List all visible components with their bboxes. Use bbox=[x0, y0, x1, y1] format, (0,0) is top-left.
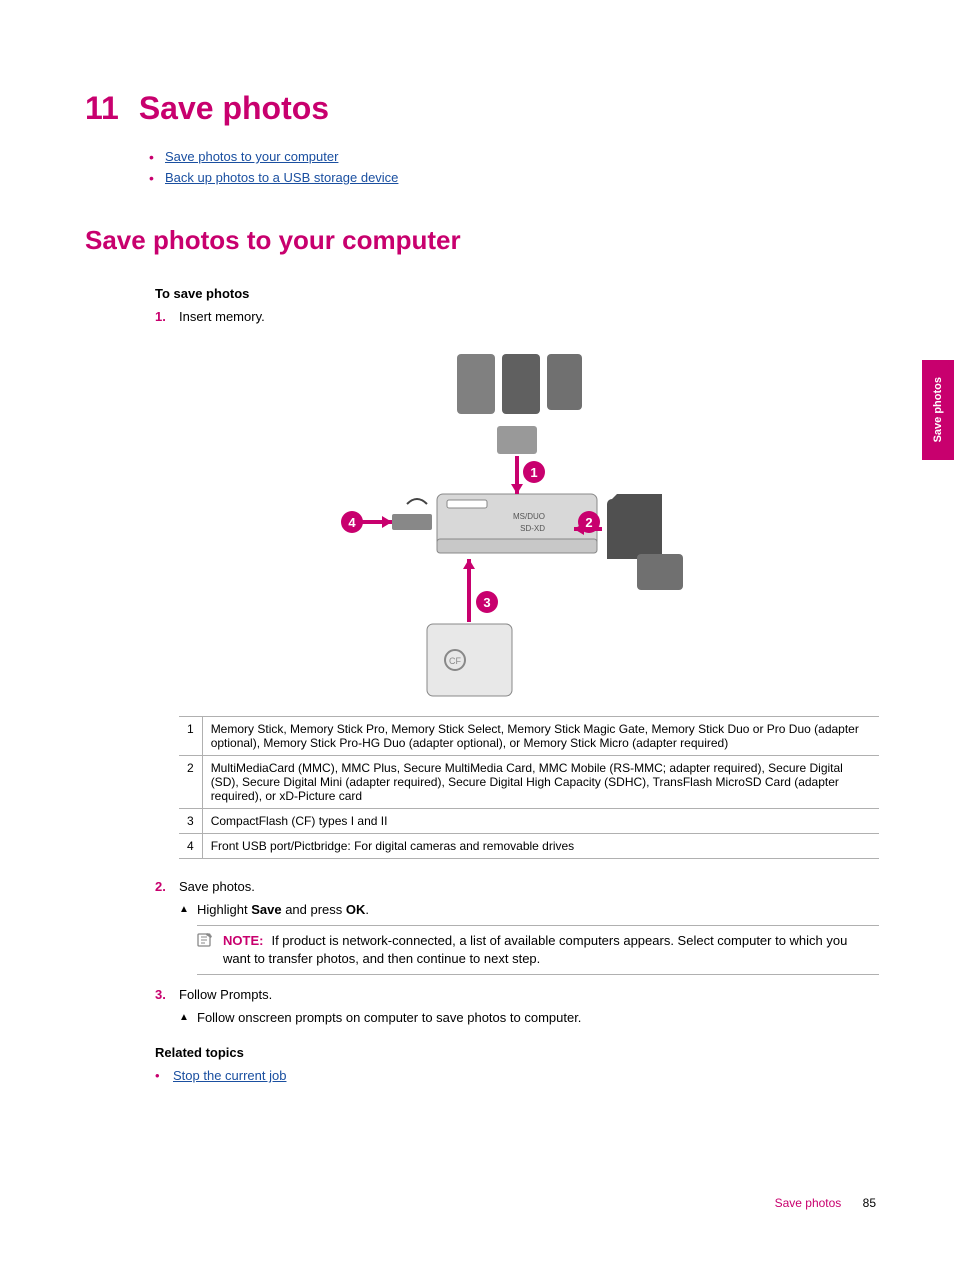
substep-2a: Highlight Save and press OK. bbox=[179, 902, 879, 917]
page-content: 11Save photos Save photos to your comput… bbox=[0, 0, 954, 1123]
link-save-to-computer[interactable]: Save photos to your computer bbox=[165, 149, 338, 164]
card-type-table: 1 Memory Stick, Memory Stick Pro, Memory… bbox=[179, 716, 879, 859]
row-num: 2 bbox=[179, 756, 202, 809]
top-links-list: Save photos to your computer Back up pho… bbox=[165, 149, 879, 185]
svg-text:4: 4 bbox=[348, 515, 356, 530]
svg-text:2: 2 bbox=[585, 515, 592, 530]
svg-text:SD-XD: SD-XD bbox=[520, 524, 545, 533]
page-footer: Save photos 85 bbox=[775, 1196, 876, 1210]
table-row: 4 Front USB port/Pictbridge: For digital… bbox=[179, 834, 879, 859]
procedure-block: To save photos 1. Insert memory. MS/DUO … bbox=[155, 286, 879, 1083]
procedure-title: To save photos bbox=[155, 286, 879, 301]
chapter-title: 11 Save photos bbox=[85, 90, 879, 127]
note-box: NOTE:If product is network-connected, a … bbox=[197, 925, 879, 975]
table-row: 3 CompactFlash (CF) types I and II bbox=[179, 809, 879, 834]
related-heading: Related topics bbox=[155, 1045, 879, 1060]
step-text: Follow Prompts. bbox=[179, 987, 272, 1002]
chapter-number: 11 bbox=[85, 90, 119, 126]
svg-text:3: 3 bbox=[483, 595, 490, 610]
row-desc: Memory Stick, Memory Stick Pro, Memory S… bbox=[202, 717, 879, 756]
step-2: 2. Save photos. bbox=[155, 879, 879, 894]
side-tab-label: Save photos bbox=[932, 377, 944, 442]
step-3: 3. Follow Prompts. bbox=[155, 987, 879, 1002]
step-text: Save photos. bbox=[179, 879, 255, 894]
step-number: 3. bbox=[155, 987, 179, 1002]
link-stop-job[interactable]: Stop the current job bbox=[173, 1068, 286, 1083]
svg-text:1: 1 bbox=[530, 465, 537, 480]
note-text: If product is network-connected, a list … bbox=[223, 933, 847, 966]
footer-text: Save photos bbox=[775, 1196, 842, 1210]
substep-3a: Follow onscreen prompts on computer to s… bbox=[179, 1010, 879, 1025]
row-desc: Front USB port/Pictbridge: For digital c… bbox=[202, 834, 879, 859]
step-text: Insert memory. bbox=[179, 309, 265, 324]
page-number: 85 bbox=[863, 1196, 876, 1210]
note-label: NOTE: bbox=[223, 933, 263, 948]
table-row: 2 MultiMediaCard (MMC), MMC Plus, Secure… bbox=[179, 756, 879, 809]
memory-slot-illustration: MS/DUO SD-XD CF CF 1 bbox=[337, 344, 697, 704]
row-num: 3 bbox=[179, 809, 202, 834]
svg-text:MS/DUO: MS/DUO bbox=[513, 512, 545, 521]
note-icon bbox=[197, 932, 213, 954]
row-desc: MultiMediaCard (MMC), MMC Plus, Secure M… bbox=[202, 756, 879, 809]
link-backup-usb[interactable]: Back up photos to a USB storage device bbox=[165, 170, 398, 185]
row-num: 1 bbox=[179, 717, 202, 756]
step-number: 1. bbox=[155, 309, 179, 324]
svg-text:CF: CF bbox=[449, 656, 461, 666]
table-row: 1 Memory Stick, Memory Stick Pro, Memory… bbox=[179, 717, 879, 756]
chapter-title-text: Save photos bbox=[139, 90, 329, 126]
section-heading: Save photos to your computer bbox=[85, 225, 879, 256]
side-tab: Save photos bbox=[922, 360, 954, 460]
step-1: 1. Insert memory. bbox=[155, 309, 879, 324]
step-number: 2. bbox=[155, 879, 179, 894]
row-num: 4 bbox=[179, 834, 202, 859]
row-desc: CompactFlash (CF) types I and II bbox=[202, 809, 879, 834]
